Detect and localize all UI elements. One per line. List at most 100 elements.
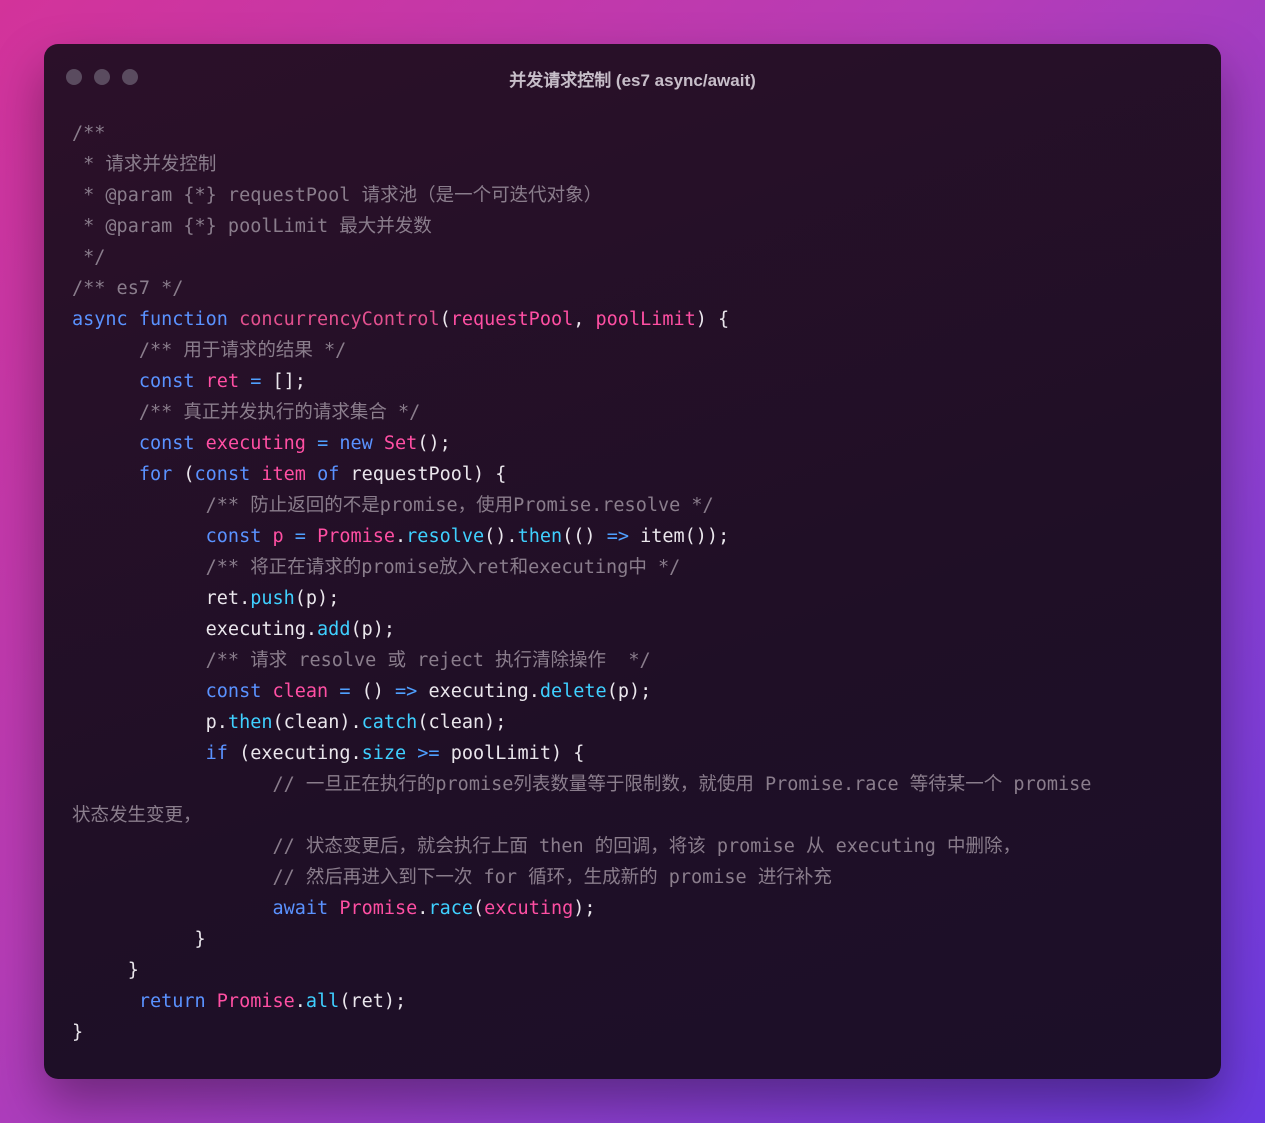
code-line: if (executing.size >= poolLimit) { [72, 738, 1201, 769]
code-line: executing.add(p); [72, 614, 1201, 645]
code-line: 状态发生变更， [72, 800, 1201, 831]
code-token: = [339, 681, 351, 702]
code-token: Set [383, 433, 418, 454]
code-token: then [227, 712, 273, 733]
code-line: // 然后再进入到下一次 for 循环，生成新的 promise 进行补充 [72, 862, 1201, 893]
code-token: () [350, 681, 396, 702]
code-line: const executing = new Set(); [72, 428, 1201, 459]
code-token: => [395, 681, 418, 702]
code-token: all [305, 991, 340, 1012]
code-token: (() [562, 526, 607, 547]
code-token: const [205, 681, 262, 702]
code-token: if [205, 743, 228, 764]
code-token: catch [361, 712, 418, 733]
code-token: ( [172, 464, 195, 485]
code-token: * 请求并发控制 [72, 154, 217, 175]
code-token: (p); [350, 619, 396, 640]
code-line: /** 请求 resolve 或 reject 执行清除操作 */ [72, 645, 1201, 676]
code-token: p. [72, 712, 228, 733]
code-token: const [138, 433, 195, 454]
code-token: ( [439, 309, 451, 330]
code-line: } [72, 1017, 1201, 1048]
code-token: (p); [294, 588, 340, 609]
code-line: // 一旦正在执行的promise列表数量等于限制数，就使用 Promise.r… [72, 769, 1201, 800]
code-token: /** 用于请求的结果 */ [138, 340, 347, 361]
code-token: >= [417, 743, 440, 764]
code-token: new [339, 433, 373, 454]
code-token: executing. [417, 681, 540, 702]
code-token: add [317, 619, 351, 640]
code-token: function [138, 309, 228, 330]
code-token: * @param {*} requestPool 请求池（是一个可迭代对象） [72, 185, 603, 206]
code-token: const [138, 371, 195, 392]
code-token: . [294, 991, 306, 1012]
code-token: (clean). [272, 712, 362, 733]
code-token: for [138, 464, 173, 485]
code-line: /** 真正并发执行的请求集合 */ [72, 397, 1201, 428]
code-token: /** 请求 resolve 或 reject 执行清除操作 */ [205, 650, 651, 671]
code-token: requestPool [450, 309, 574, 330]
code-token: = [294, 526, 306, 547]
code-token: delete [539, 681, 607, 702]
code-line: } [72, 955, 1201, 986]
code-line: // 状态变更后，就会执行上面 then 的回调，将该 promise 从 ex… [72, 831, 1201, 862]
code-line: await Promise.race(excuting); [72, 893, 1201, 924]
code-line: const ret = []; [72, 366, 1201, 397]
code-line: return Promise.all(ret); [72, 986, 1201, 1017]
code-token: */ [72, 247, 106, 268]
window-title: 并发请求控制 (es7 async/await) [509, 71, 756, 90]
code-line: /** [72, 118, 1201, 149]
code-token: . [417, 898, 429, 919]
code-line: const p = Promise.resolve().then(() => i… [72, 521, 1201, 552]
code-token: * @param {*} poolLimit 最大并发数 [72, 216, 432, 237]
code-token: (p); [606, 681, 652, 702]
code-token: 状态发生变更， [72, 805, 202, 826]
code-token: async [72, 309, 128, 330]
code-token: clean [272, 681, 329, 702]
code-line: ret.push(p); [72, 583, 1201, 614]
code-token: Promise [216, 991, 295, 1012]
code-block: /** * 请求并发控制 * @param {*} requestPool 请求… [72, 118, 1201, 1048]
code-token: ); [573, 898, 596, 919]
code-token: = [250, 371, 262, 392]
code-token: } [72, 929, 206, 950]
code-token: of [317, 464, 340, 485]
code-window: 并发请求控制 (es7 async/await) /** * 请求并发控制 * … [44, 44, 1221, 1079]
code-token: concurrencyControl [239, 309, 440, 330]
code-token: item [261, 464, 306, 485]
code-line: * 请求并发控制 [72, 149, 1201, 180]
code-line: /** 将正在请求的promise放入ret和executing中 */ [72, 552, 1201, 583]
code-line: * @param {*} requestPool 请求池（是一个可迭代对象） [72, 180, 1201, 211]
code-line: /** 用于请求的结果 */ [72, 335, 1201, 366]
code-token: item()); [628, 526, 730, 547]
code-token: // 状态变更后，就会执行上面 then 的回调，将该 promise 从 ex… [272, 836, 1021, 857]
code-token: excuting [484, 898, 574, 919]
code-token: (clean); [417, 712, 507, 733]
code-line: const clean = () => executing.delete(p); [72, 676, 1201, 707]
code-line: async function concurrencyControl(reques… [72, 304, 1201, 335]
code-token: requestPool) { [339, 464, 507, 485]
code-token: ) { [695, 309, 730, 330]
code-token: (ret); [339, 991, 407, 1012]
code-token: ( [473, 898, 485, 919]
